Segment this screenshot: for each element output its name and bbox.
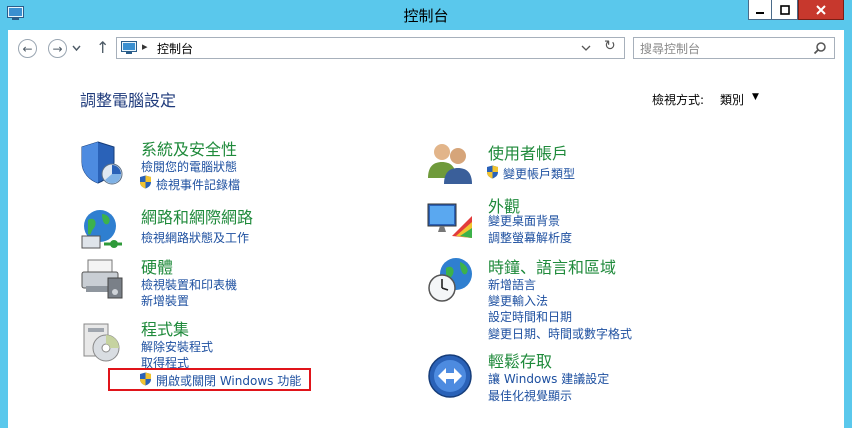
back-button[interactable]: ← — [18, 39, 37, 58]
close-icon — [816, 4, 826, 15]
uac-shield-icon — [487, 165, 498, 179]
ease-of-access-icon[interactable] — [426, 352, 474, 400]
user-accounts-icon[interactable] — [426, 138, 474, 186]
address-dropdown-icon[interactable] — [581, 40, 591, 56]
link-uninstall-program[interactable]: 解除安裝程式 — [141, 338, 213, 355]
link-view-event-logs[interactable]: 檢視事件記錄檔 — [156, 176, 240, 193]
category-hardware[interactable]: 硬體 — [141, 254, 173, 278]
up-arrow-icon[interactable]: ↑ — [96, 38, 109, 57]
window-client: ← → ↑ ▸ 控制台 ↻ 搜尋控制台 調整電腦設定 檢視方式: 類別 ▼ 系統… — [8, 30, 844, 428]
control-panel-icon — [121, 41, 137, 54]
maximize-icon — [779, 4, 790, 15]
close-button[interactable] — [798, 0, 844, 20]
link-review-computer-status[interactable]: 檢閱您的電腦狀態 — [141, 158, 237, 175]
recent-locations-chevron-icon[interactable] — [72, 44, 81, 53]
link-add-language[interactable]: 新增語言 — [488, 276, 536, 293]
link-adjust-screen-resolution[interactable]: 調整螢幕解析度 — [488, 229, 572, 246]
search-box[interactable]: 搜尋控制台 — [633, 37, 835, 59]
appearance-monitor-icon[interactable] — [426, 196, 474, 244]
breadcrumb-control-panel[interactable]: 控制台 — [157, 40, 193, 57]
category-user-accounts[interactable]: 使用者帳戶 — [488, 140, 568, 164]
link-add-device[interactable]: 新增裝置 — [141, 292, 189, 309]
security-shield-icon[interactable] — [78, 138, 126, 186]
uac-shield-icon — [140, 175, 151, 189]
clock-globe-icon[interactable] — [426, 256, 474, 304]
view-by-label: 檢視方式: — [652, 93, 705, 107]
link-optimize-visual-display[interactable]: 最佳化視覺顯示 — [488, 387, 572, 404]
page-heading: 調整電腦設定 — [80, 91, 177, 110]
minimize-icon — [756, 11, 764, 14]
minimize-button[interactable] — [748, 0, 772, 20]
forward-arrow-icon: → — [52, 41, 63, 56]
category-clock-language-region[interactable]: 時鐘、語言和區域 — [488, 254, 616, 278]
category-network-internet[interactable]: 網路和網際網路 — [141, 204, 253, 228]
navigation-bar: ← → ↑ ▸ 控制台 ↻ 搜尋控制台 — [8, 30, 844, 70]
back-arrow-icon: ← — [22, 41, 33, 56]
search-input[interactable]: 搜尋控制台 — [640, 40, 700, 57]
view-by-dropdown[interactable]: 類別 — [720, 91, 744, 108]
forward-button[interactable]: → — [48, 39, 67, 58]
highlight-box — [108, 368, 311, 391]
link-view-network-status[interactable]: 檢視網路狀態及工作 — [141, 229, 249, 246]
title-bar[interactable]: 控制台 — [0, 0, 852, 30]
refresh-icon[interactable]: ↻ — [604, 38, 616, 54]
link-view-devices-printers[interactable]: 檢視裝置和印表機 — [141, 276, 237, 293]
programs-icon[interactable] — [78, 318, 126, 366]
window-title: 控制台 — [403, 7, 449, 25]
maximize-button[interactable] — [772, 0, 798, 20]
address-bar[interactable]: ▸ 控制台 ↻ — [116, 37, 625, 59]
link-let-windows-suggest[interactable]: 讓 Windows 建議設定 — [488, 370, 609, 387]
category-ease-of-access[interactable]: 輕鬆存取 — [488, 348, 552, 372]
link-change-date-time-number-formats[interactable]: 變更日期、時間或數字格式 — [488, 325, 632, 342]
link-set-time-date[interactable]: 設定時間和日期 — [488, 308, 572, 325]
view-by-dropdown-icon[interactable]: ▼ — [752, 92, 759, 102]
network-globe-icon[interactable] — [78, 206, 126, 254]
link-change-desktop-background[interactable]: 變更桌面背景 — [488, 212, 560, 229]
breadcrumb-chevron-icon[interactable]: ▸ — [142, 40, 148, 53]
category-system-security[interactable]: 系統及安全性 — [141, 136, 237, 160]
search-icon[interactable] — [813, 41, 827, 55]
category-programs[interactable]: 程式集 — [141, 316, 189, 340]
link-change-account-type[interactable]: 變更帳戶類型 — [503, 165, 575, 182]
printer-icon[interactable] — [78, 256, 126, 304]
link-change-input-methods[interactable]: 變更輸入法 — [488, 292, 548, 309]
